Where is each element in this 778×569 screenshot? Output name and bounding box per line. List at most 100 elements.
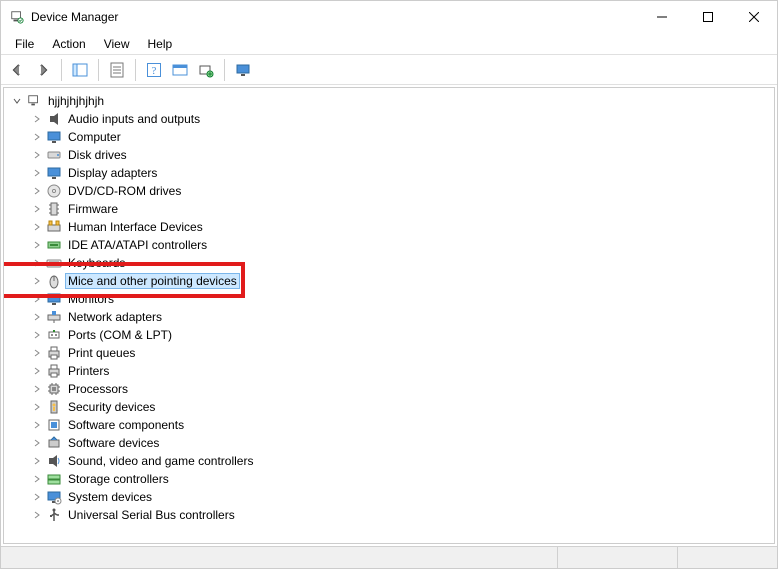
tree-node[interactable]: System devices xyxy=(6,488,772,506)
scan-hardware-button[interactable] xyxy=(194,58,218,82)
tree-node-label: System devices xyxy=(66,490,154,504)
tree-node[interactable]: Display adapters xyxy=(6,164,772,182)
tree-node[interactable]: Network adapters xyxy=(6,308,772,326)
tree-node-label: IDE ATA/ATAPI controllers xyxy=(66,238,209,252)
chevron-right-icon[interactable] xyxy=(30,204,44,214)
printer-icon xyxy=(46,363,62,379)
menu-view[interactable]: View xyxy=(96,35,138,53)
back-button[interactable] xyxy=(5,58,29,82)
tree-node[interactable]: DVD/CD-ROM drives xyxy=(6,182,772,200)
tree-node-label: Display adapters xyxy=(66,166,159,180)
menu-file[interactable]: File xyxy=(7,35,42,53)
tree-node-label: Security devices xyxy=(66,400,157,414)
forward-arrow-icon xyxy=(35,62,51,78)
tree-node[interactable]: Software components xyxy=(6,416,772,434)
speaker-icon xyxy=(46,111,62,127)
properties-button[interactable] xyxy=(105,58,129,82)
chevron-right-icon[interactable] xyxy=(30,510,44,520)
action-button[interactable] xyxy=(168,58,192,82)
help-button[interactable]: ? xyxy=(142,58,166,82)
tree-node[interactable]: Firmware xyxy=(6,200,772,218)
chevron-right-icon[interactable] xyxy=(30,294,44,304)
tree-node[interactable]: Software devices xyxy=(6,434,772,452)
tree-node[interactable]: Keyboards xyxy=(6,254,772,272)
chevron-right-icon[interactable] xyxy=(30,384,44,394)
titlebar: Device Manager xyxy=(1,1,777,33)
close-button[interactable] xyxy=(731,1,777,33)
tree-node[interactable]: Security devices xyxy=(6,398,772,416)
toolbar-separator xyxy=(224,59,225,81)
tree-node-label: Audio inputs and outputs xyxy=(66,112,202,126)
help-icon: ? xyxy=(146,62,162,78)
printer-icon xyxy=(46,345,62,361)
chevron-right-icon[interactable] xyxy=(30,492,44,502)
chevron-right-icon[interactable] xyxy=(30,348,44,358)
toolbar-separator xyxy=(135,59,136,81)
chevron-right-icon[interactable] xyxy=(30,132,44,142)
maximize-button[interactable] xyxy=(685,1,731,33)
component-icon xyxy=(46,417,62,433)
tree-node[interactable]: Storage controllers xyxy=(6,470,772,488)
toolbar: ? xyxy=(1,55,777,85)
security-icon xyxy=(46,399,62,415)
console-tree-icon xyxy=(72,62,88,78)
tree-node-label: Universal Serial Bus controllers xyxy=(66,508,237,522)
chevron-right-icon[interactable] xyxy=(30,150,44,160)
menu-action[interactable]: Action xyxy=(44,35,93,53)
sound-icon xyxy=(46,453,62,469)
tree-root[interactable]: hjjhjhjhjhjh xyxy=(6,92,772,110)
chevron-right-icon[interactable] xyxy=(30,420,44,430)
tree-node[interactable]: Ports (COM & LPT) xyxy=(6,326,772,344)
tree-node[interactable]: Sound, video and game controllers xyxy=(6,452,772,470)
chevron-right-icon[interactable] xyxy=(30,222,44,232)
chevron-right-icon[interactable] xyxy=(30,402,44,412)
chevron-right-icon[interactable] xyxy=(30,456,44,466)
chevron-right-icon[interactable] xyxy=(30,168,44,178)
tree-node[interactable]: Processors xyxy=(6,380,772,398)
tree-node-label: Mice and other pointing devices xyxy=(66,274,239,288)
tree-node-label: Print queues xyxy=(66,346,137,360)
computer-root-icon xyxy=(26,93,42,109)
tree-node[interactable]: Disk drives xyxy=(6,146,772,164)
action-window-icon xyxy=(172,62,188,78)
softdevice-icon xyxy=(46,435,62,451)
monitor-blue-icon xyxy=(46,165,62,181)
tree-node[interactable]: Mice and other pointing devices xyxy=(6,272,772,290)
device-tree-pane[interactable]: hjjhjhjhjhjh Audio inputs and outputs Com… xyxy=(3,87,775,544)
menu-help[interactable]: Help xyxy=(140,35,181,53)
chevron-right-icon[interactable] xyxy=(30,258,44,268)
tree-node-label: Software components xyxy=(66,418,186,432)
tree-node[interactable]: Print queues xyxy=(6,344,772,362)
chevron-right-icon[interactable] xyxy=(30,438,44,448)
chevron-right-icon[interactable] xyxy=(30,366,44,376)
tree-node[interactable]: Universal Serial Bus controllers xyxy=(6,506,772,524)
system-icon xyxy=(46,489,62,505)
menubar: File Action View Help xyxy=(1,33,777,55)
chevron-right-icon[interactable] xyxy=(30,276,44,286)
minimize-button[interactable] xyxy=(639,1,685,33)
chevron-right-icon[interactable] xyxy=(30,312,44,322)
chevron-right-icon[interactable] xyxy=(30,330,44,340)
tree-node[interactable]: Monitors xyxy=(6,290,772,308)
tree-node[interactable]: Printers xyxy=(6,362,772,380)
chevron-down-icon[interactable] xyxy=(10,96,24,106)
forward-button[interactable] xyxy=(31,58,55,82)
statusbar-cell xyxy=(557,547,677,568)
tree-node[interactable]: Audio inputs and outputs xyxy=(6,110,772,128)
monitor-blue-icon xyxy=(46,129,62,145)
port-icon xyxy=(46,327,62,343)
tree-node[interactable]: IDE ATA/ATAPI controllers xyxy=(6,236,772,254)
chevron-right-icon[interactable] xyxy=(30,114,44,124)
tree-node[interactable]: Human Interface Devices xyxy=(6,218,772,236)
tree-node[interactable]: Computer xyxy=(6,128,772,146)
monitor-blue-icon xyxy=(46,291,62,307)
properties-icon xyxy=(109,62,125,78)
devices-view-button[interactable] xyxy=(231,58,255,82)
chevron-right-icon[interactable] xyxy=(30,186,44,196)
tree-node-label: Computer xyxy=(66,130,123,144)
toolbar-separator xyxy=(61,59,62,81)
chevron-right-icon[interactable] xyxy=(30,474,44,484)
show-tree-button[interactable] xyxy=(68,58,92,82)
chevron-right-icon[interactable] xyxy=(30,240,44,250)
cpu-icon xyxy=(46,381,62,397)
